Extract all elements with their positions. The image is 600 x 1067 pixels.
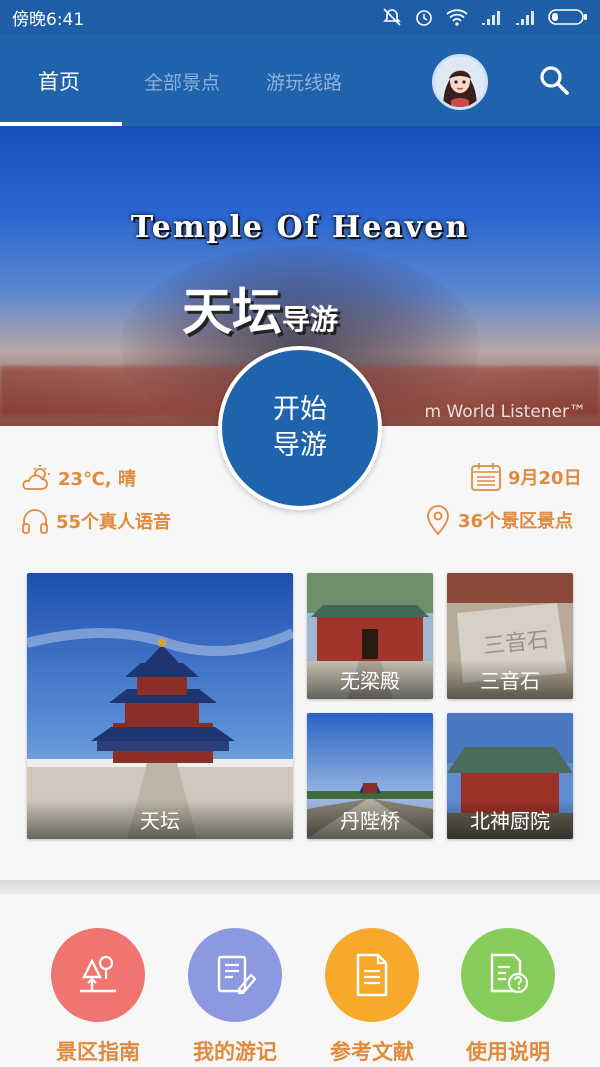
menu-label: 景区指南 xyxy=(56,1040,140,1064)
tab-tour-routes[interactable]: 游玩线路 xyxy=(266,68,342,95)
section-divider xyxy=(0,880,600,894)
help-document-icon xyxy=(461,928,555,1022)
menu-scenic-guide[interactable]: 景区指南 xyxy=(38,928,158,1066)
attraction-caption: 北神厨院 xyxy=(447,799,573,839)
partly-cloudy-icon xyxy=(22,465,50,490)
location-pin-icon xyxy=(427,505,449,536)
mute-icon xyxy=(383,8,401,26)
banner-title-cn-main: 天坛 xyxy=(182,282,282,341)
weather-info: 23℃, 晴 xyxy=(20,464,136,492)
spots-text: 36个景区景点 xyxy=(458,511,574,532)
calendar-icon xyxy=(471,463,501,491)
date-info: 9月20日 xyxy=(470,462,582,492)
attraction-caption: 天坛 xyxy=(27,799,293,839)
attraction-caption: 无梁殿 xyxy=(307,659,433,699)
banner-title-cn-small: 导游 xyxy=(282,303,339,336)
avatar[interactable] xyxy=(432,54,488,110)
menu-instructions[interactable]: 使用说明 xyxy=(448,928,568,1066)
headphones-icon xyxy=(22,509,48,534)
attraction-tile-sanyinshi[interactable]: 三音石 三音石 xyxy=(447,573,573,699)
banner-title-cn: 天坛导游 xyxy=(182,272,338,344)
audio-info: 55个真人语音 xyxy=(20,506,171,536)
attraction-tile-beishenchuyuan[interactable]: 北神厨院 xyxy=(447,713,573,839)
date-text: 9月20日 xyxy=(508,468,582,489)
attraction-tile-danbiqiao[interactable]: 丹陛桥 xyxy=(307,713,433,839)
start-tour-button[interactable]: 开始 导游 xyxy=(218,346,382,510)
weather-text: 23℃, 晴 xyxy=(58,469,136,490)
bottom-menu: 景区指南 我的游记 参考文献 使用说明 xyxy=(0,894,600,1067)
battery-icon xyxy=(548,9,587,25)
tab-home[interactable]: 首页 xyxy=(38,66,80,96)
attraction-tile-tiantan[interactable]: 天坛 xyxy=(27,573,293,839)
status-time: 傍晚6:41 xyxy=(12,9,85,30)
status-icons xyxy=(382,7,588,27)
spots-info: 36个景区景点 xyxy=(424,504,573,536)
start-tour-line1: 开始 xyxy=(273,394,327,425)
menu-my-travel-notes[interactable]: 我的游记 xyxy=(175,928,295,1066)
audio-text: 55个真人语音 xyxy=(56,512,172,533)
attraction-tile-wuliangdian[interactable]: 无梁殿 xyxy=(307,573,433,699)
tab-all-attractions[interactable]: 全部景点 xyxy=(144,68,220,95)
menu-label: 参考文献 xyxy=(330,1040,414,1064)
wifi-icon xyxy=(446,9,468,26)
search-icon xyxy=(540,66,569,95)
document-icon xyxy=(325,928,419,1022)
status-bar: 傍晚6:41 xyxy=(0,0,600,34)
menu-label: 使用说明 xyxy=(466,1040,550,1064)
top-navigation: 首页 全部景点 游玩线路 xyxy=(0,34,600,126)
search-button[interactable] xyxy=(536,62,572,98)
banner-credit: m World Listener™ xyxy=(424,402,586,422)
banner-title-en: Temple Of Heaven xyxy=(130,210,470,245)
signal-icon xyxy=(482,11,500,25)
signal-icon-2 xyxy=(516,11,534,25)
menu-label: 我的游记 xyxy=(193,1040,277,1064)
notes-icon xyxy=(188,928,282,1022)
attraction-caption: 三音石 xyxy=(447,659,573,699)
attraction-caption: 丹陛桥 xyxy=(307,799,433,839)
tree-guide-icon xyxy=(51,928,145,1022)
alarm-icon xyxy=(416,10,432,26)
start-tour-line2: 导游 xyxy=(273,430,327,461)
menu-references[interactable]: 参考文献 xyxy=(312,928,432,1066)
